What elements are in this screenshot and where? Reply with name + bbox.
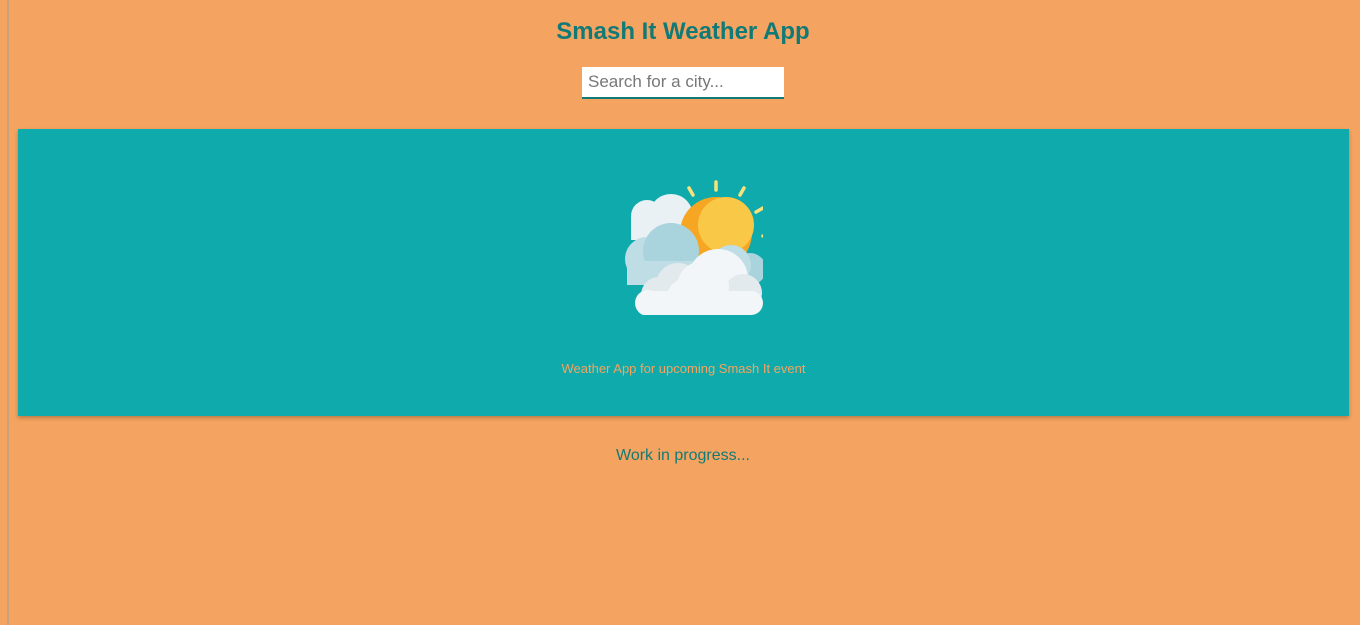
- left-border-line: [7, 0, 9, 625]
- hero-card: Weather App for upcoming Smash It event: [18, 129, 1349, 416]
- partly-cloudy-sun-icon: [625, 180, 763, 315]
- search-container: [582, 67, 784, 99]
- hero-tagline: Weather App for upcoming Smash It event: [561, 361, 806, 376]
- city-search-input[interactable]: [582, 67, 784, 99]
- app-title: Smash It Weather App: [556, 18, 810, 45]
- status-message: Work in progress...: [616, 447, 750, 464]
